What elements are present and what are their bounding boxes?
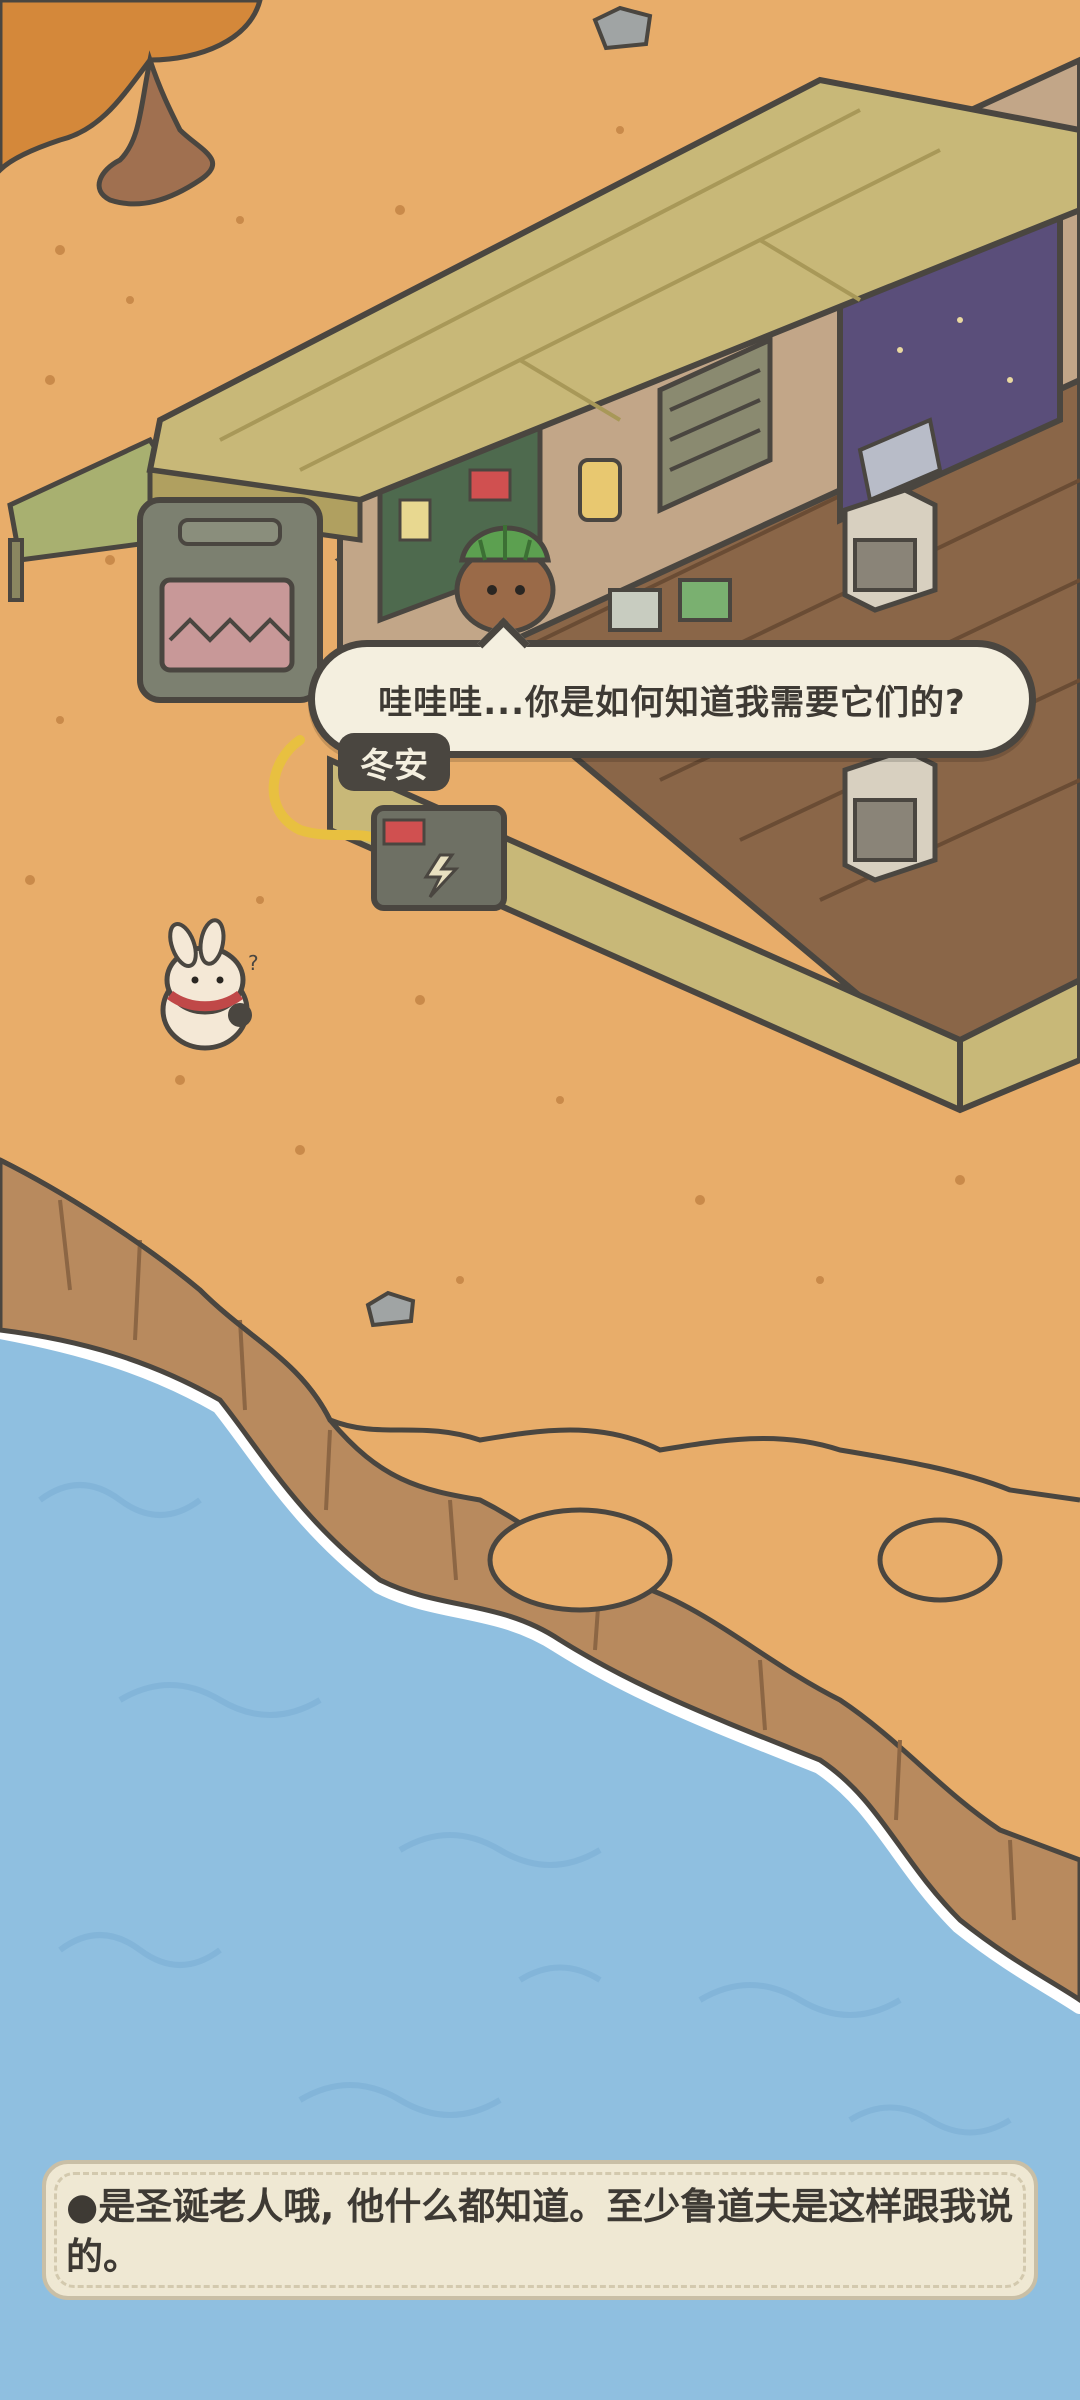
speaker-name: 冬安	[360, 745, 428, 786]
display-pedestal	[842, 747, 938, 883]
dialogue-text: 哇哇哇...你是如何知道我需要它们的?	[378, 682, 966, 723]
rock	[592, 5, 653, 51]
beach-scene-art: ?	[0, 0, 1080, 2400]
narration-text: 是圣诞老人哦, 他什么都知道。至少鲁道夫是这样跟我说的。	[66, 2185, 1014, 2278]
narration-box[interactable]: ●是圣诞老人哦, 他什么都知道。至少鲁道夫是这样跟我说的。	[42, 2160, 1038, 2300]
narration-text-line: ●是圣诞老人哦, 他什么都知道。至少鲁道夫是这样跟我说的。	[66, 2182, 1014, 2282]
shopkeeper-character	[454, 525, 556, 635]
game-scene: ?	[0, 0, 1080, 2400]
svg-text:?: ?	[248, 951, 259, 975]
display-pedestal	[842, 487, 938, 613]
narration-bullet: ●	[66, 2185, 99, 2228]
speaker-name-tag: 冬安	[338, 733, 450, 791]
